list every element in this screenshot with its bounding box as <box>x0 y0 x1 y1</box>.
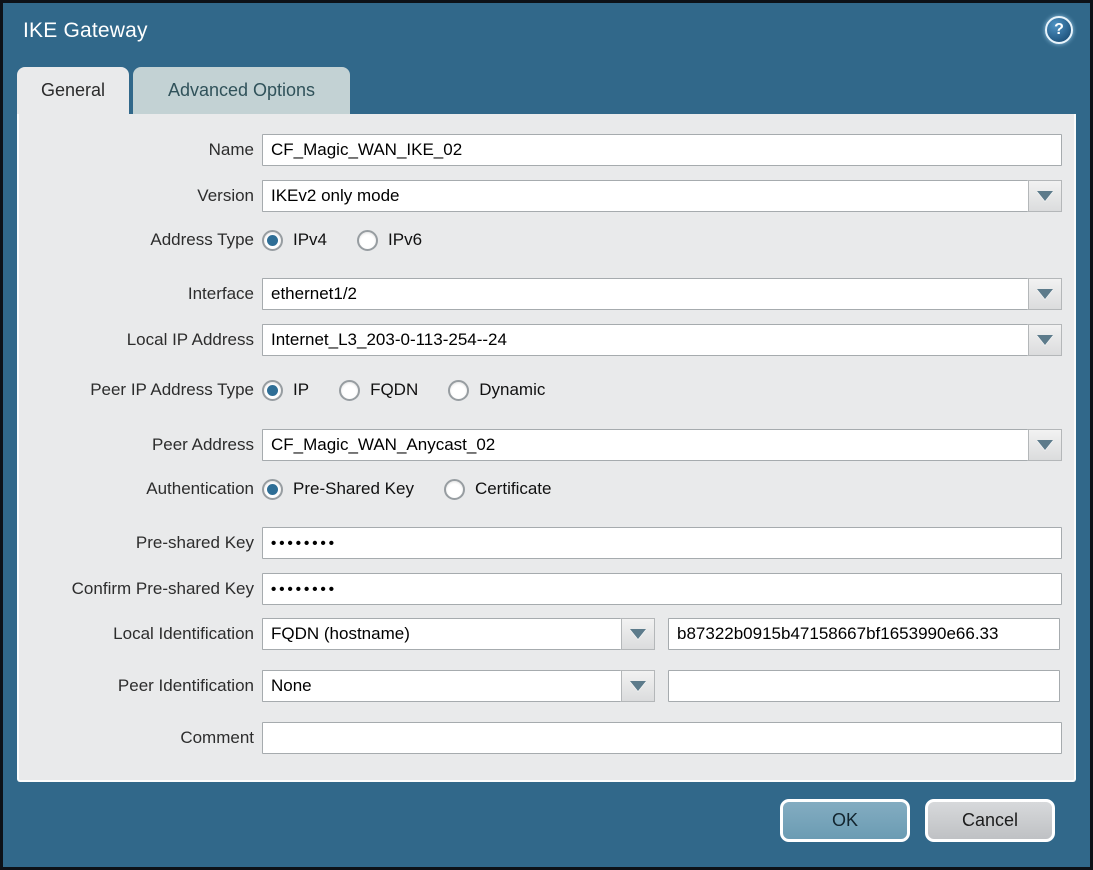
radio-ip-control[interactable] <box>262 380 283 401</box>
address-type-label: Address Type <box>19 230 260 250</box>
version-row: Version <box>19 180 1074 212</box>
radio-ipv4-label: IPv4 <box>293 230 327 250</box>
interface-row: Interface <box>19 278 1074 310</box>
ok-button[interactable]: OK <box>780 799 910 842</box>
address-type-row: Address Type IPv4 IPv6 <box>19 226 1074 254</box>
peer-identification-value-input[interactable] <box>668 670 1060 702</box>
peer-identification-dropdown-button[interactable] <box>621 670 655 702</box>
radio-option-certificate[interactable]: Certificate <box>444 479 552 500</box>
dialog-title: IKE Gateway <box>23 19 148 43</box>
interface-input[interactable] <box>262 278 1028 310</box>
pre-shared-key-label: Pre-shared Key <box>19 533 260 553</box>
local-identification-value-input[interactable] <box>668 618 1060 650</box>
interface-label: Interface <box>19 284 260 304</box>
radio-pre-shared-key-label: Pre-Shared Key <box>293 479 414 499</box>
peer-identification-label: Peer Identification <box>19 676 260 696</box>
radio-option-ipv4[interactable]: IPv4 <box>262 230 327 251</box>
radio-option-ipv6[interactable]: IPv6 <box>357 230 422 251</box>
radio-dynamic-label: Dynamic <box>479 380 545 400</box>
local-ip-address-dropdown-button[interactable] <box>1028 324 1062 356</box>
radio-ipv6-label: IPv6 <box>388 230 422 250</box>
radio-ipv6-control[interactable] <box>357 230 378 251</box>
peer-address-row: Peer Address <box>19 429 1074 461</box>
local-ip-address-label: Local IP Address <box>19 330 260 350</box>
name-label: Name <box>19 140 260 160</box>
tab-bar: General Advanced Options <box>3 67 1090 114</box>
pre-shared-key-row: Pre-shared Key <box>19 527 1074 559</box>
dialog-titlebar: IKE Gateway ? <box>3 3 1090 67</box>
ike-gateway-dialog: IKE Gateway ? General Advanced Options N… <box>0 0 1093 870</box>
chevron-down-icon <box>630 629 646 639</box>
help-icon[interactable]: ? <box>1045 16 1073 44</box>
confirm-pre-shared-key-label: Confirm Pre-shared Key <box>19 579 260 599</box>
radio-certificate-label: Certificate <box>475 479 552 499</box>
radio-option-pre-shared-key[interactable]: Pre-Shared Key <box>262 479 414 500</box>
general-tab-panel: Name Version Address Type IPv4 <box>17 114 1076 782</box>
comment-label: Comment <box>19 728 260 748</box>
tab-general[interactable]: General <box>17 67 129 114</box>
dialog-footer: OK Cancel <box>3 782 1090 842</box>
pre-shared-key-input[interactable] <box>262 527 1062 559</box>
radio-ipv4-control[interactable] <box>262 230 283 251</box>
local-ip-address-input[interactable] <box>262 324 1028 356</box>
radio-dynamic-control[interactable] <box>448 380 469 401</box>
peer-address-label: Peer Address <box>19 435 260 455</box>
radio-ip-label: IP <box>293 380 309 400</box>
chevron-down-icon <box>630 681 646 691</box>
confirm-pre-shared-key-input[interactable] <box>262 573 1062 605</box>
peer-ip-address-type-row: Peer IP Address Type IP FQDN Dynamic <box>19 376 1074 404</box>
peer-identification-type-select[interactable] <box>262 670 621 702</box>
comment-input[interactable] <box>262 722 1062 754</box>
radio-option-fqdn[interactable]: FQDN <box>339 380 418 401</box>
radio-option-dynamic[interactable]: Dynamic <box>448 380 545 401</box>
peer-address-input[interactable] <box>262 429 1028 461</box>
interface-dropdown-button[interactable] <box>1028 278 1062 310</box>
version-label: Version <box>19 186 260 206</box>
chevron-down-icon <box>1037 335 1053 345</box>
cancel-button[interactable]: Cancel <box>925 799 1055 842</box>
peer-ip-address-type-label: Peer IP Address Type <box>19 380 260 400</box>
radio-fqdn-label: FQDN <box>370 380 418 400</box>
authentication-label: Authentication <box>19 479 260 499</box>
chevron-down-icon <box>1037 440 1053 450</box>
name-row: Name <box>19 134 1074 166</box>
chevron-down-icon <box>1037 289 1053 299</box>
peer-address-dropdown-button[interactable] <box>1028 429 1062 461</box>
local-identification-dropdown-button[interactable] <box>621 618 655 650</box>
authentication-row: Authentication Pre-Shared Key Certificat… <box>19 475 1074 503</box>
radio-pre-shared-key-control[interactable] <box>262 479 283 500</box>
comment-row: Comment <box>19 722 1074 754</box>
local-ip-address-row: Local IP Address <box>19 324 1074 356</box>
radio-option-ip[interactable]: IP <box>262 380 309 401</box>
local-identification-row: Local Identification <box>19 618 1074 650</box>
local-identification-type-select[interactable] <box>262 618 621 650</box>
local-identification-label: Local Identification <box>19 624 260 644</box>
version-dropdown-button[interactable] <box>1028 180 1062 212</box>
radio-certificate-control[interactable] <box>444 479 465 500</box>
radio-fqdn-control[interactable] <box>339 380 360 401</box>
peer-identification-row: Peer Identification <box>19 670 1074 702</box>
confirm-pre-shared-key-row: Confirm Pre-shared Key <box>19 573 1074 605</box>
version-input[interactable] <box>262 180 1028 212</box>
name-input[interactable] <box>262 134 1062 166</box>
chevron-down-icon <box>1037 191 1053 201</box>
tab-advanced-options[interactable]: Advanced Options <box>133 67 350 114</box>
